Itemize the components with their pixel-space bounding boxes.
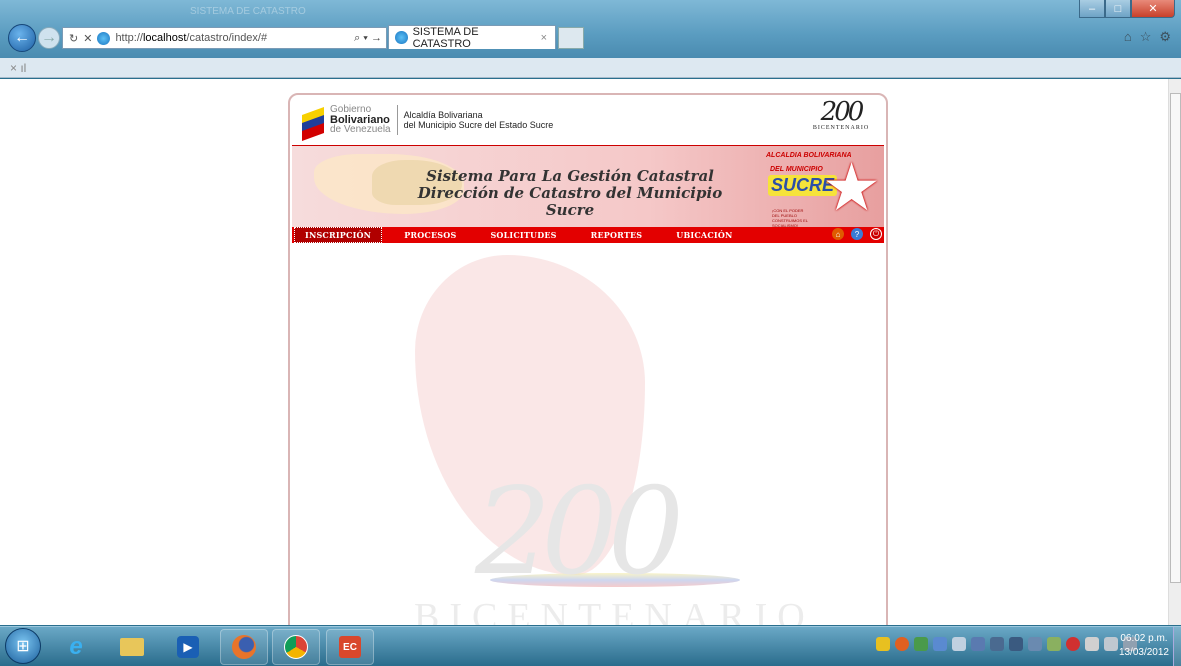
search-dropdown-icon[interactable]: ⌕ ▾ → bbox=[354, 32, 382, 45]
home-icon[interactable]: ⌂ bbox=[832, 228, 844, 240]
star-icon[interactable]: ☆ bbox=[1140, 29, 1152, 45]
banner-title: Sistema Para La Gestión Catastral Direcc… bbox=[417, 167, 723, 219]
tray-app-icon[interactable] bbox=[952, 637, 966, 651]
minimize-button[interactable]: – bbox=[1079, 0, 1105, 18]
taskbar: ⊞ e ▶ EC 06:02 p.m. 13/03/2012 bbox=[0, 626, 1181, 666]
tray-app-icon[interactable] bbox=[1009, 637, 1023, 651]
window-title: SISTEMA DE CATASTRO bbox=[190, 6, 306, 17]
address-bar[interactable]: ↻ ✕ http://localhost/catastro/index/# ⌕ … bbox=[62, 27, 387, 49]
windows-logo-icon: ⊞ bbox=[16, 638, 30, 655]
volume-icon[interactable] bbox=[1104, 637, 1118, 651]
vertical-scrollbar[interactable] bbox=[1168, 79, 1181, 625]
menu-procesos[interactable]: PROCESOS bbox=[394, 227, 466, 243]
forward-button[interactable]: → bbox=[38, 27, 60, 49]
clock-time: 06:02 p.m. bbox=[1120, 633, 1168, 644]
tray-app-icon[interactable] bbox=[933, 637, 947, 651]
new-tab-button[interactable] bbox=[558, 27, 584, 49]
command-bar: × ıl bbox=[0, 58, 1181, 78]
tray-app-icon[interactable] bbox=[1066, 637, 1080, 651]
divider bbox=[396, 105, 398, 135]
menu-reportes[interactable]: REPORTES bbox=[581, 227, 653, 243]
clock-date: 13/03/2012 bbox=[1118, 647, 1169, 658]
firefox-icon[interactable] bbox=[220, 629, 268, 665]
scrollbar-thumb[interactable] bbox=[1170, 93, 1181, 583]
maximize-button[interactable]: □ bbox=[1105, 0, 1131, 18]
tray-app-icon[interactable] bbox=[876, 637, 890, 651]
tray-app-icon[interactable] bbox=[895, 637, 909, 651]
tray-app-icon[interactable] bbox=[990, 637, 1004, 651]
system-tray bbox=[876, 637, 1137, 651]
arrow-left-icon: ← bbox=[14, 29, 30, 46]
menu-ubicacion[interactable]: UBICACIÓN bbox=[666, 227, 742, 243]
alcaldia-sucre-logo: ALCALDIA BOLIVARIANA DEL MUNICIPIO SUCRE… bbox=[766, 150, 882, 227]
start-button[interactable]: ⊞ bbox=[5, 628, 41, 664]
home-icon[interactable]: ⌂ bbox=[1124, 29, 1132, 45]
battery-icon[interactable] bbox=[1085, 637, 1099, 651]
page-viewport: Gobierno Bolivariano de Venezuela Alcald… bbox=[0, 79, 1168, 625]
catastro-page: Gobierno Bolivariano de Venezuela Alcald… bbox=[288, 93, 888, 625]
clock[interactable]: 06:02 p.m. 13/03/2012 bbox=[1119, 632, 1169, 660]
refresh-icon[interactable]: ↻ bbox=[69, 32, 78, 45]
banner: Sistema Para La Gestión Catastral Direcc… bbox=[292, 145, 884, 227]
arrow-right-icon: → bbox=[41, 29, 57, 46]
show-desktop-button[interactable] bbox=[1173, 627, 1181, 666]
tray-app-icon[interactable] bbox=[1028, 637, 1042, 651]
gear-icon[interactable]: ⚙ bbox=[1159, 29, 1171, 45]
watermark-bicentenario: BICENTENARIO bbox=[414, 596, 815, 625]
alcaldia-label: Alcaldía Bolivariana del Municipio Sucre… bbox=[403, 110, 554, 130]
tab-title: SISTEMA DE CATASTRO bbox=[412, 25, 479, 50]
background-watermark: 200 BICENTENARIO bbox=[290, 243, 886, 625]
stop-icon[interactable]: ✕ bbox=[83, 32, 92, 45]
menu-inscripcion[interactable]: INSCRIPCIÓN bbox=[294, 227, 383, 243]
internet-explorer-icon[interactable]: e bbox=[52, 629, 100, 665]
address-url[interactable]: http://localhost/catastro/index/# bbox=[115, 32, 267, 44]
power-icon[interactable]: ⏻ bbox=[870, 228, 882, 240]
menu-icons: ⌂ ? ⏻ bbox=[832, 228, 882, 240]
bicentenario-logo: 200 BICENTENARIO bbox=[812, 97, 870, 131]
app-ec-icon[interactable]: EC bbox=[326, 629, 374, 665]
back-button[interactable]: ← bbox=[8, 24, 36, 52]
menu-solicitudes[interactable]: SOLICITUDES bbox=[480, 227, 566, 243]
tab-sistema-catastro[interactable]: SISTEMA DE CATASTRO × bbox=[388, 25, 556, 50]
window-controls: – □ ✕ bbox=[1079, 0, 1175, 18]
star-icon: ★ bbox=[822, 150, 882, 224]
ie-tab-icon bbox=[395, 31, 408, 44]
tray-app-icon[interactable] bbox=[1047, 637, 1061, 651]
ie-page-icon bbox=[97, 31, 111, 45]
folder-icon[interactable] bbox=[108, 629, 156, 665]
chrome-icon[interactable] bbox=[272, 629, 320, 665]
tray-app-icon[interactable] bbox=[971, 637, 985, 651]
watermark-200: 200 bbox=[475, 463, 684, 602]
header-logos: Gobierno Bolivariano de Venezuela Alcald… bbox=[290, 95, 886, 145]
help-icon[interactable]: ? bbox=[851, 228, 863, 240]
gobierno-bolivariano-logo: Gobierno Bolivariano de Venezuela bbox=[330, 104, 391, 135]
navigation-row: ← → ↻ ✕ http://localhost/catastro/index/… bbox=[0, 22, 1181, 52]
media-player-icon[interactable]: ▶ bbox=[164, 629, 212, 665]
browser-title-bar: SISTEMA DE CATASTRO – □ ✕ ← → ↻ ✕ http:/… bbox=[0, 0, 1181, 58]
tab-close-icon[interactable]: × bbox=[541, 32, 547, 44]
tray-app-icon[interactable] bbox=[914, 637, 928, 651]
browser-tools: ⌂ ☆ ⚙ bbox=[1124, 29, 1171, 45]
close-window-button[interactable]: ✕ bbox=[1131, 0, 1175, 18]
main-menu: INSCRIPCIÓN PROCESOS SOLICITUDES REPORTE… bbox=[292, 227, 884, 243]
venezuela-flag-icon bbox=[300, 105, 326, 142]
